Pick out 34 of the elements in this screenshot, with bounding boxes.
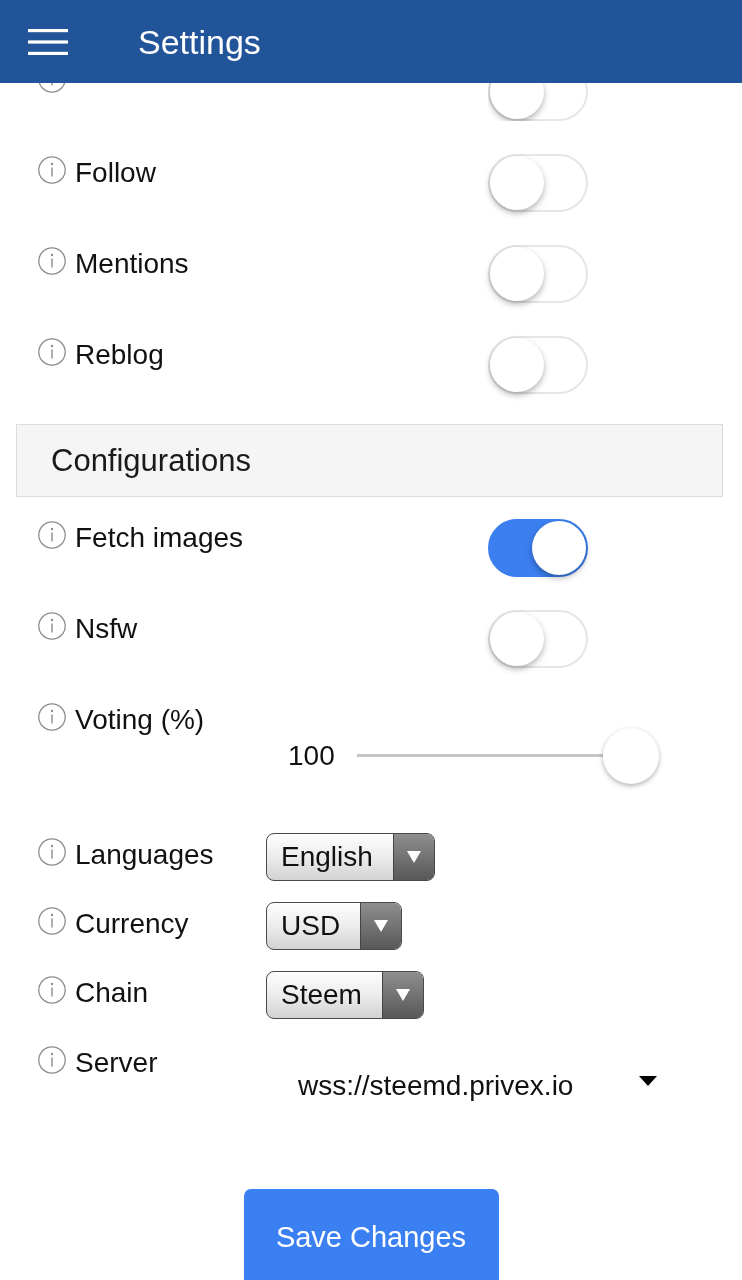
section-header: Configurations <box>16 424 723 497</box>
info-icon[interactable] <box>38 907 66 935</box>
info-icon[interactable] <box>38 83 66 93</box>
info-icon[interactable] <box>38 838 66 866</box>
setting-label: Server <box>75 1047 158 1079</box>
menu-icon[interactable] <box>28 28 68 55</box>
server-dropdown[interactable]: wss://steemd.privex.io <box>290 1070 665 1102</box>
info-icon[interactable] <box>38 1046 66 1074</box>
info-icon[interactable] <box>38 338 66 366</box>
info-icon[interactable] <box>38 703 66 731</box>
toggle-switch[interactable] <box>488 519 588 577</box>
setting-label: Fetch images <box>75 522 244 554</box>
info-icon[interactable] <box>38 521 66 549</box>
setting-label: Currency <box>75 908 189 940</box>
info-icon[interactable] <box>38 247 66 275</box>
info-icon[interactable] <box>38 976 66 1004</box>
info-icon[interactable] <box>38 612 66 640</box>
setting-label: Follow <box>75 157 156 189</box>
setting-label: Voting (%) <box>75 704 205 736</box>
select-dropdown[interactable]: USD <box>266 901 403 950</box>
setting-label: Languages <box>75 839 214 871</box>
select-dropdown[interactable]: English <box>266 832 435 881</box>
setting-label: Reblog <box>75 339 164 371</box>
save-button[interactable]: Save Changes <box>243 1189 499 1280</box>
header-title: Settings <box>138 21 261 62</box>
slider-track[interactable] <box>356 728 659 784</box>
setting-label: Mentions <box>75 248 189 280</box>
slider-thumb[interactable] <box>602 728 659 784</box>
slider-value: 100 <box>288 740 335 772</box>
info-icon[interactable] <box>38 156 66 184</box>
caret-icon <box>639 1076 657 1086</box>
setting-label: Chain <box>75 977 149 1009</box>
setting-label: Nsfw <box>75 613 138 645</box>
select-dropdown[interactable]: Steem <box>266 970 424 1019</box>
